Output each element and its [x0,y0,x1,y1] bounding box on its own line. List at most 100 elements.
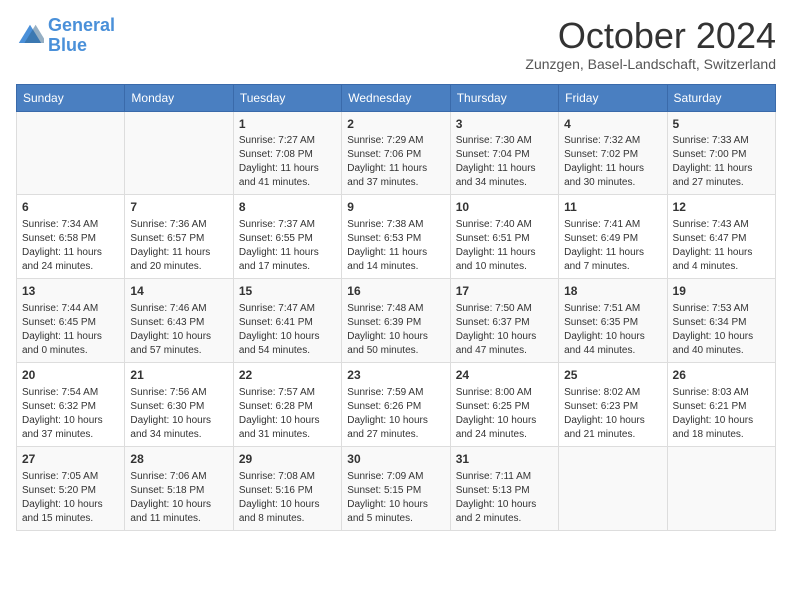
day-number: 22 [239,367,336,384]
calendar-cell: 9Sunrise: 7:38 AM Sunset: 6:53 PM Daylig… [342,195,450,279]
day-number: 13 [22,283,119,300]
cell-content: Sunrise: 7:08 AM Sunset: 5:16 PM Dayligh… [239,470,336,526]
cell-content: Sunrise: 7:59 AM Sunset: 6:26 PM Dayligh… [347,386,444,442]
calendar-table: SundayMondayTuesdayWednesdayThursdayFrid… [16,84,776,531]
day-number: 4 [564,116,661,133]
calendar-cell: 12 Sunrise: 7:43 AM Sunset: 6:47 PM Dayli… [667,195,775,279]
cell-content: Sunrise: 7:50 AM Sunset: 6:37 PM Dayligh… [456,302,553,358]
logo: General Blue [16,16,115,56]
title-section: October 2024 Zunzgen, Basel-Landschaft, … [525,16,776,72]
cell-content: Sunrise: 7:41 AM Sunset: 6:49 PM Dayligh… [564,218,661,274]
calendar-cell: 18 Sunrise: 7:51 AM Sunset: 6:35 PM Dayli… [559,279,667,363]
cell-content: Sunrise: 7:47 AM Sunset: 6:41 PM Dayligh… [239,302,336,358]
cell-content: Sunrise: 7:48 AM Sunset: 6:39 PM Dayligh… [347,302,444,358]
calendar-cell: 26 Sunrise: 8:03 AM Sunset: 6:21 PM Dayli… [667,362,775,446]
calendar-week-5: 27Sunrise: 7:05 AM Sunset: 5:20 PM Dayli… [17,446,776,530]
day-header-tuesday: Tuesday [233,84,341,111]
calendar-cell [17,111,125,195]
calendar-cell: 22 Sunrise: 7:57 AM Sunset: 6:28 PM Dayli… [233,362,341,446]
calendar-cell [667,446,775,530]
calendar-week-2: 6Sunrise: 7:34 AM Sunset: 6:58 PM Daylig… [17,195,776,279]
calendar-week-1: 1Sunrise: 7:27 AM Sunset: 7:08 PM Daylig… [17,111,776,195]
day-number: 28 [130,451,227,468]
calendar-cell: 28 Sunrise: 7:06 AM Sunset: 5:18 PM Dayli… [125,446,233,530]
day-number: 29 [239,451,336,468]
calendar-week-4: 20Sunrise: 7:54 AM Sunset: 6:32 PM Dayli… [17,362,776,446]
cell-content: Sunrise: 8:02 AM Sunset: 6:23 PM Dayligh… [564,386,661,442]
cell-content: Sunrise: 8:00 AM Sunset: 6:25 PM Dayligh… [456,386,553,442]
day-number: 20 [22,367,119,384]
day-number: 14 [130,283,227,300]
cell-content: Sunrise: 7:53 AM Sunset: 6:34 PM Dayligh… [673,302,770,358]
day-number: 27 [22,451,119,468]
day-header-saturday: Saturday [667,84,775,111]
day-number: 16 [347,283,444,300]
day-number: 15 [239,283,336,300]
calendar-cell: 17 Sunrise: 7:50 AM Sunset: 6:37 PM Dayli… [450,279,558,363]
day-number: 8 [239,199,336,216]
cell-content: Sunrise: 7:30 AM Sunset: 7:04 PM Dayligh… [456,134,553,190]
calendar-cell: 29 Sunrise: 7:08 AM Sunset: 5:16 PM Dayli… [233,446,341,530]
calendar-cell [125,111,233,195]
cell-content: Sunrise: 8:03 AM Sunset: 6:21 PM Dayligh… [673,386,770,442]
logo-icon [16,22,44,50]
day-number: 31 [456,451,553,468]
day-number: 18 [564,283,661,300]
calendar-cell: 3Sunrise: 7:30 AM Sunset: 7:04 PM Daylig… [450,111,558,195]
day-number: 12 [673,199,770,216]
cell-content: Sunrise: 7:40 AM Sunset: 6:51 PM Dayligh… [456,218,553,274]
calendar-cell: 14Sunrise: 7:46 AM Sunset: 6:43 PM Dayli… [125,279,233,363]
day-number: 24 [456,367,553,384]
calendar-cell: 27Sunrise: 7:05 AM Sunset: 5:20 PM Dayli… [17,446,125,530]
day-number: 7 [130,199,227,216]
cell-content: Sunrise: 7:27 AM Sunset: 7:08 PM Dayligh… [239,134,336,190]
calendar-cell: 4Sunrise: 7:32 AM Sunset: 7:02 PM Daylig… [559,111,667,195]
cell-content: Sunrise: 7:44 AM Sunset: 6:45 PM Dayligh… [22,302,119,358]
calendar-cell: 15 Sunrise: 7:47 AM Sunset: 6:41 PM Dayli… [233,279,341,363]
day-header-sunday: Sunday [17,84,125,111]
day-number: 30 [347,451,444,468]
calendar-cell: 5Sunrise: 7:33 AM Sunset: 7:00 PM Daylig… [667,111,775,195]
cell-content: Sunrise: 7:06 AM Sunset: 5:18 PM Dayligh… [130,470,227,526]
day-number: 23 [347,367,444,384]
page-header: General Blue October 2024 Zunzgen, Basel… [16,16,776,72]
cell-content: Sunrise: 7:57 AM Sunset: 6:28 PM Dayligh… [239,386,336,442]
cell-content: Sunrise: 7:36 AM Sunset: 6:57 PM Dayligh… [130,218,227,274]
calendar-header-row: SundayMondayTuesdayWednesdayThursdayFrid… [17,84,776,111]
day-number: 3 [456,116,553,133]
cell-content: Sunrise: 7:37 AM Sunset: 6:55 PM Dayligh… [239,218,336,274]
day-header-friday: Friday [559,84,667,111]
calendar-cell: 6Sunrise: 7:34 AM Sunset: 6:58 PM Daylig… [17,195,125,279]
calendar-cell: 10Sunrise: 7:40 AM Sunset: 6:51 PM Dayli… [450,195,558,279]
cell-content: Sunrise: 7:56 AM Sunset: 6:30 PM Dayligh… [130,386,227,442]
cell-content: Sunrise: 7:29 AM Sunset: 7:06 PM Dayligh… [347,134,444,190]
day-number: 2 [347,116,444,133]
cell-content: Sunrise: 7:09 AM Sunset: 5:15 PM Dayligh… [347,470,444,526]
logo-text: General Blue [48,16,115,56]
day-number: 25 [564,367,661,384]
calendar-cell: 1Sunrise: 7:27 AM Sunset: 7:08 PM Daylig… [233,111,341,195]
day-header-monday: Monday [125,84,233,111]
day-number: 19 [673,283,770,300]
calendar-cell: 11Sunrise: 7:41 AM Sunset: 6:49 PM Dayli… [559,195,667,279]
day-number: 17 [456,283,553,300]
cell-content: Sunrise: 7:32 AM Sunset: 7:02 PM Dayligh… [564,134,661,190]
calendar-cell: 30 Sunrise: 7:09 AM Sunset: 5:15 PM Dayli… [342,446,450,530]
cell-content: Sunrise: 7:34 AM Sunset: 6:58 PM Dayligh… [22,218,119,274]
calendar-cell: 20Sunrise: 7:54 AM Sunset: 6:32 PM Dayli… [17,362,125,446]
calendar-cell: 21 Sunrise: 7:56 AM Sunset: 6:30 PM Dayli… [125,362,233,446]
calendar-cell [559,446,667,530]
day-number: 1 [239,116,336,133]
calendar-cell: 19 Sunrise: 7:53 AM Sunset: 6:34 PM Dayli… [667,279,775,363]
day-number: 21 [130,367,227,384]
cell-content: Sunrise: 7:51 AM Sunset: 6:35 PM Dayligh… [564,302,661,358]
calendar-cell: 31 Sunrise: 7:11 AM Sunset: 5:13 PM Dayli… [450,446,558,530]
calendar-cell: 13 Sunrise: 7:44 AM Sunset: 6:45 PM Dayli… [17,279,125,363]
calendar-cell: 23 Sunrise: 7:59 AM Sunset: 6:26 PM Dayli… [342,362,450,446]
cell-content: Sunrise: 7:38 AM Sunset: 6:53 PM Dayligh… [347,218,444,274]
cell-content: Sunrise: 7:43 AM Sunset: 6:47 PM Dayligh… [673,218,770,274]
cell-content: Sunrise: 7:11 AM Sunset: 5:13 PM Dayligh… [456,470,553,526]
calendar-cell: 25 Sunrise: 8:02 AM Sunset: 6:23 PM Dayli… [559,362,667,446]
day-number: 26 [673,367,770,384]
location: Zunzgen, Basel-Landschaft, Switzerland [525,56,776,72]
